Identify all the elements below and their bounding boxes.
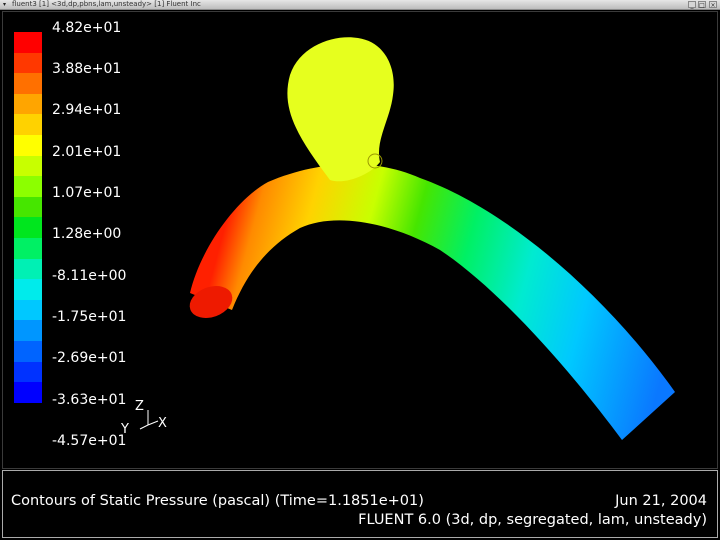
legend-swatch (14, 32, 42, 53)
legend-swatch (14, 217, 42, 238)
legend-label: -3.63e+01 (52, 392, 127, 408)
legend-swatch (14, 238, 42, 259)
aneurysm-bulb (287, 37, 394, 182)
caption-title: Contours of Static Pressure (pascal) (Ti… (11, 493, 424, 509)
legend-label: 4.82e+01 (52, 20, 122, 36)
legend-swatch (14, 299, 42, 321)
y-axis-line (139, 424, 149, 430)
legend-label: -2.69e+01 (52, 350, 127, 366)
legend-label: 1.28e+00 (52, 226, 122, 242)
x-axis-label: X (158, 416, 167, 431)
legend-label: 2.94e+01 (52, 102, 122, 118)
z-axis-label: Z (135, 399, 144, 414)
legend-label: -8.11e+00 (52, 268, 127, 284)
legend-swatch (14, 155, 42, 177)
caption-solver: FLUENT 6.0 (3d, dp, segregated, lam, uns… (358, 512, 707, 528)
legend-swatch (14, 361, 42, 383)
legend-swatch (14, 93, 42, 115)
legend-swatch (14, 196, 42, 218)
caption-panel: Contours of Static Pressure (pascal) (Ti… (2, 470, 718, 538)
legend-label: -1.75e+01 (52, 309, 127, 325)
legend-swatch (14, 114, 42, 135)
legend-swatch (14, 176, 42, 197)
legend-label: -4.57e+01 (52, 433, 127, 449)
legend-swatch (14, 320, 42, 341)
legend-swatch (14, 341, 42, 362)
legend-swatch (14, 135, 42, 156)
caption-date: Jun 21, 2004 (615, 493, 707, 509)
legend-label: 3.88e+01 (52, 61, 122, 77)
axes-triad: Z Y X (120, 399, 167, 437)
legend-swatch (14, 73, 42, 94)
legend-label: 1.07e+01 (52, 185, 122, 201)
x-axis-line (147, 420, 159, 426)
vessel-body (190, 164, 675, 440)
legend-swatch (14, 52, 42, 74)
legend-swatch (14, 258, 42, 280)
legend-swatch (14, 279, 42, 300)
legend-swatch (14, 382, 42, 403)
y-axis-label: Y (120, 422, 129, 437)
legend-label: 2.01e+01 (52, 144, 122, 160)
